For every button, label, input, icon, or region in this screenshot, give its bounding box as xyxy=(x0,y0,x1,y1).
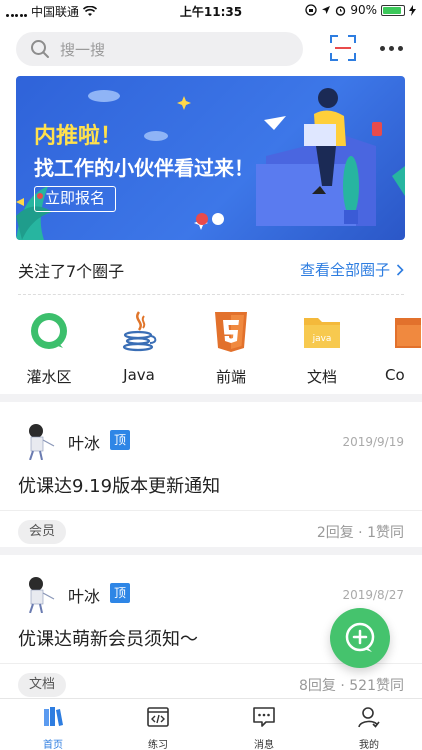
view-all-label: 查看全部圈子 xyxy=(299,261,390,279)
tab-label: 首页 xyxy=(43,740,63,750)
java-icon xyxy=(122,311,157,352)
tab-home[interactable]: 首页 xyxy=(18,705,88,750)
search-bar[interactable]: 搜一搜 xyxy=(16,32,303,66)
more-icon-dot xyxy=(389,45,394,51)
post-date: 2019/9/19 xyxy=(342,435,404,449)
circle-item-java[interactable]: Java xyxy=(104,310,174,384)
post-date: 2019/8/27 xyxy=(342,588,404,602)
pinned-badge: 顶 xyxy=(110,583,130,603)
circle-label: Java xyxy=(123,366,155,384)
post-tag[interactable]: 文档 xyxy=(18,673,67,697)
circles-heading: 关注了7个圈子 xyxy=(18,262,125,281)
circle-label: 文档 xyxy=(306,368,337,386)
tab-messages[interactable]: 消息 xyxy=(229,705,299,750)
circle-item-frontend[interactable]: 前端 xyxy=(196,310,266,387)
add-chat-icon xyxy=(345,622,375,652)
circle-item-partial[interactable]: Co xyxy=(369,310,422,384)
folder-icon xyxy=(395,318,421,348)
chevron-right-icon xyxy=(396,263,404,276)
post-title[interactable]: 优课达9.19版本更新通知 xyxy=(18,472,220,498)
alarm-icon xyxy=(336,5,346,16)
post-stats: 8回复 · 521赞同 xyxy=(299,678,404,694)
code-icon xyxy=(147,707,169,727)
scan-icon xyxy=(330,35,356,61)
search-icon xyxy=(31,40,49,58)
tab-practice[interactable]: 练习 xyxy=(123,705,193,750)
post-author: 叶冰 xyxy=(68,587,101,606)
post-tag[interactable]: 会员 xyxy=(18,520,67,544)
tab-label: 消息 xyxy=(254,740,274,750)
html5-icon xyxy=(215,312,247,352)
circle-item-docs[interactable]: java 文档 xyxy=(287,310,357,387)
banner-subline: 找工作的小伙伴看过来！ xyxy=(34,156,254,180)
divider xyxy=(18,294,404,295)
avatar xyxy=(29,424,55,460)
tab-label: 我的 xyxy=(359,740,379,750)
post-title[interactable]: 优课达萌新会员须知～ xyxy=(18,625,198,651)
status-bar: 中国联通 上午11:35 90% xyxy=(0,0,422,22)
battery-percent: 90% xyxy=(350,3,377,17)
location-icon xyxy=(322,6,331,14)
top-bar: 搜一搜 xyxy=(0,22,422,76)
view-all-circles-link[interactable]: 查看全部圈子 xyxy=(300,259,404,280)
avatar xyxy=(29,577,55,613)
bottom-tab-bar: 首页 练习 消息 我的 xyxy=(0,698,422,750)
circle-item-guanshui[interactable]: 灌水区 xyxy=(14,310,84,387)
svg-text:java: java xyxy=(312,334,332,344)
message-icon xyxy=(253,707,275,727)
search-placeholder: 搜一搜 xyxy=(60,40,106,59)
chat-bubble-icon xyxy=(31,313,67,349)
status-right: 90% xyxy=(305,3,416,17)
tab-label: 练习 xyxy=(148,740,168,750)
banner-section: 内推啦！ 找工作的小伙伴看过来！ 立即报名 xyxy=(0,76,422,244)
divider xyxy=(0,510,422,511)
banner-signup-button[interactable]: 立即报名 xyxy=(34,186,117,212)
more-button[interactable] xyxy=(380,40,406,56)
more-icon xyxy=(380,45,385,51)
circle-label: 前端 xyxy=(215,368,246,386)
battery-icon xyxy=(381,4,405,16)
banner-headline: 内推啦！ xyxy=(34,124,123,149)
scan-button[interactable] xyxy=(330,35,356,61)
orientation-lock-icon xyxy=(305,4,317,16)
profile-icon xyxy=(358,707,380,728)
post-card[interactable]: 叶冰 顶 2019/9/19 优课达9.19版本更新通知 会员 2回复 · 1赞… xyxy=(0,402,422,547)
recruit-banner[interactable]: 内推啦！ 找工作的小伙伴看过来！ 立即报名 xyxy=(16,76,405,240)
folder-icon: java xyxy=(304,318,340,348)
post-stats: 2回复 · 1赞同 xyxy=(316,525,404,541)
charging-icon xyxy=(409,4,416,16)
pinned-badge: 顶 xyxy=(110,430,130,450)
post-author: 叶冰 xyxy=(68,434,101,453)
tab-profile[interactable]: 我的 xyxy=(334,705,404,750)
circle-label: 灌水区 xyxy=(26,368,72,386)
battery-fill xyxy=(383,6,401,14)
more-icon-dot xyxy=(398,45,403,51)
home-books-icon xyxy=(44,707,63,726)
new-post-button[interactable] xyxy=(330,608,390,668)
circle-label: Co xyxy=(385,366,405,384)
followed-circles-section: 关注了7个圈子 查看全部圈子 灌水区 Java 前端 java 文档 Co xyxy=(0,244,422,394)
